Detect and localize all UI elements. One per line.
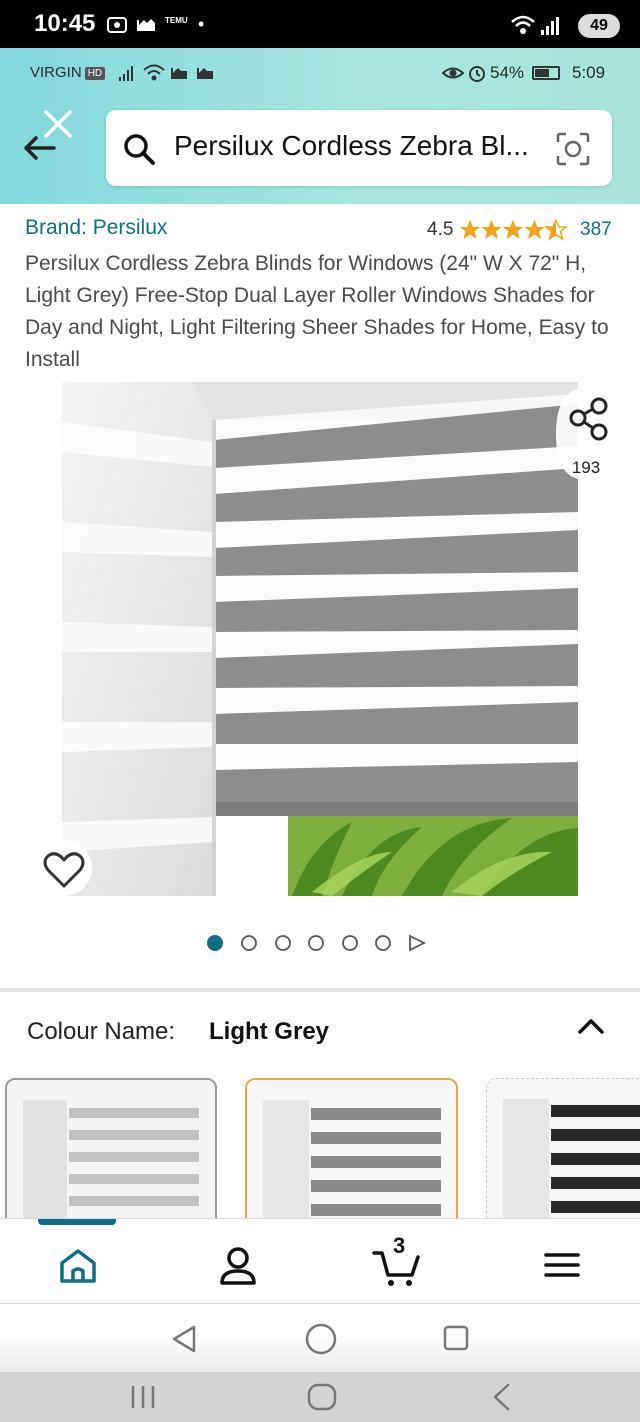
half-star-icon xyxy=(543,219,567,241)
star-icon xyxy=(503,220,523,239)
swatch-light-grey[interactable] xyxy=(5,1078,217,1228)
section-divider xyxy=(0,988,640,992)
outer-battery-indicator: 49 xyxy=(578,14,620,38)
dot-icon: • xyxy=(198,14,205,34)
inner-notification-icon xyxy=(171,68,187,79)
carousel-pagination[interactable] xyxy=(200,932,440,954)
back-icon[interactable] xyxy=(488,1382,516,1412)
inner-back-icon[interactable] xyxy=(170,1324,198,1354)
home-button-icon[interactable] xyxy=(306,1382,338,1412)
signal-icon xyxy=(541,17,559,35)
notification-icon xyxy=(137,19,155,31)
inner-signal-icon xyxy=(119,66,133,81)
rating-value: 4.5 xyxy=(427,219,454,240)
heart-icon xyxy=(43,852,85,888)
temu-icon: TEMU xyxy=(165,16,188,25)
carousel-dot xyxy=(241,935,257,951)
alarm-icon xyxy=(469,66,485,82)
outer-system-navigation xyxy=(0,1372,640,1422)
inner-recents-icon[interactable] xyxy=(442,1324,470,1352)
carrier-label: VIRGIN xyxy=(30,64,82,81)
colour-label: Colour Name: xyxy=(27,1018,176,1045)
swatch-grey-selected[interactable] xyxy=(245,1078,458,1228)
swatch-black[interactable] xyxy=(486,1078,640,1228)
cart-count-badge: 3 xyxy=(393,1233,406,1258)
colour-value: Light Grey xyxy=(209,1018,330,1045)
close-icon[interactable] xyxy=(42,108,74,140)
inner-home-icon[interactable] xyxy=(304,1322,338,1356)
product-image[interactable] xyxy=(62,382,578,896)
star-icon xyxy=(481,220,502,239)
search-icon xyxy=(124,134,155,165)
menu-icon[interactable] xyxy=(538,1241,586,1289)
carousel-dot xyxy=(275,935,291,951)
eye-comfort-icon xyxy=(442,67,464,79)
wishlist-button[interactable] xyxy=(36,840,92,896)
share-count: 193 xyxy=(571,458,601,477)
inner-battery-percent: 54% xyxy=(490,63,525,82)
search-bar[interactable]: Persilux Cordless Zebra Bl... xyxy=(106,110,612,186)
carousel-dot xyxy=(375,935,391,951)
search-input[interactable]: Persilux Cordless Zebra Bl... xyxy=(174,130,529,162)
zebra-blind-illustration xyxy=(62,382,578,896)
camera-search-icon[interactable] xyxy=(554,130,592,168)
inner-system-navigation xyxy=(0,1306,640,1372)
home-icon[interactable] xyxy=(54,1241,102,1289)
recents-icon[interactable] xyxy=(128,1384,158,1410)
wifi-icon xyxy=(511,15,535,34)
inner-carrier: VIRGIN HD xyxy=(30,64,106,81)
star-icon xyxy=(524,220,545,239)
carousel-dot-active xyxy=(207,935,223,951)
outer-status-bar: 10:45 TEMU • 49 xyxy=(0,0,640,48)
swatch-image xyxy=(487,1079,640,1225)
star-icon xyxy=(460,220,480,239)
chevron-up-icon[interactable] xyxy=(574,1012,608,1042)
bottom-navigation: 3 xyxy=(0,1218,640,1304)
play-video-icon xyxy=(409,934,427,952)
product-title: Persilux Cordless Zebra Blinds for Windo… xyxy=(25,252,609,371)
active-tab-indicator xyxy=(38,1219,116,1225)
account-icon[interactable] xyxy=(214,1241,262,1289)
inner-clock: 5:09 xyxy=(572,63,606,82)
brand-link[interactable]: Brand: Persilux xyxy=(25,216,167,240)
inner-battery-icon xyxy=(532,66,560,80)
swatch-image xyxy=(7,1080,215,1226)
hd-badge: HD xyxy=(84,66,106,80)
screenshot-icon xyxy=(107,17,127,33)
swatch-image xyxy=(247,1080,456,1226)
inner-notification-icon-2 xyxy=(197,68,213,79)
carousel-dot xyxy=(308,935,324,951)
outer-clock: 10:45 xyxy=(34,10,96,37)
star-rating[interactable] xyxy=(459,219,567,241)
carousel-dot xyxy=(342,935,358,951)
rating-count[interactable]: 387 xyxy=(580,219,612,241)
inner-wifi-icon xyxy=(143,64,165,81)
